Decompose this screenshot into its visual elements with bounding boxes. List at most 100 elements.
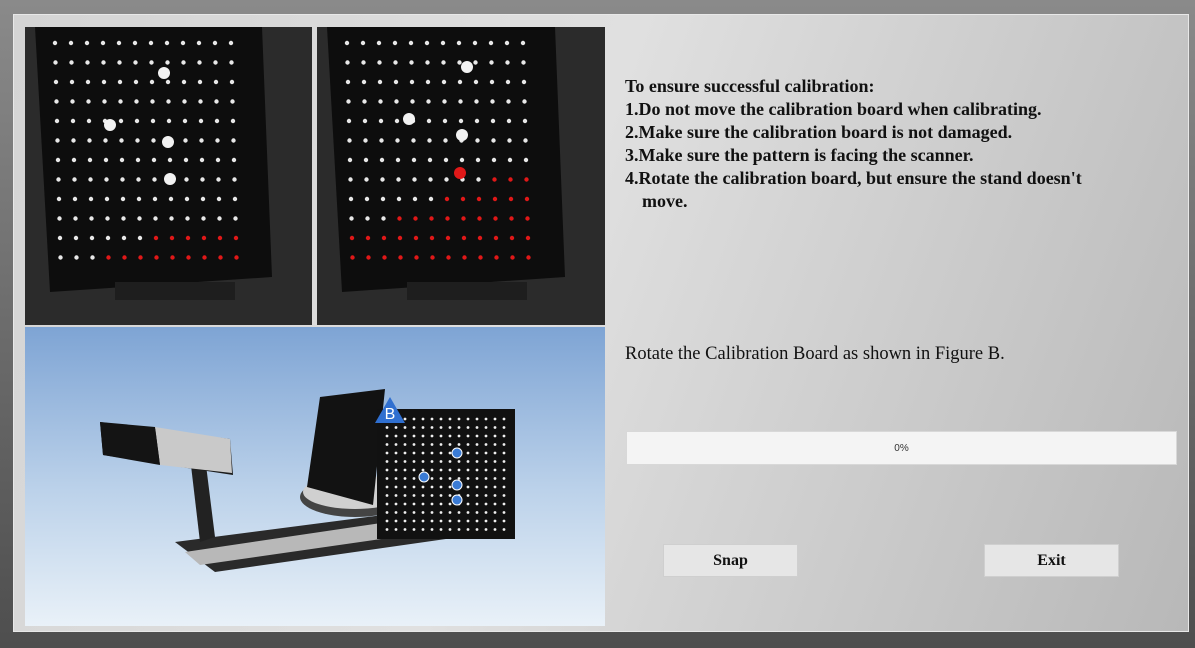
calibration-dot [347,138,352,143]
calibration-dot [232,196,238,202]
board-dot [448,494,452,497]
snap-button[interactable]: Snap [663,544,798,577]
calibration-dot [150,118,156,124]
calibration-dot [364,196,370,202]
calibration-dot [413,216,418,221]
board-dot [385,502,389,506]
board-dot [466,494,470,497]
board-dot [385,426,389,429]
calibration-dot [382,255,387,260]
board-dot [385,511,389,514]
calibration-dot [347,157,353,163]
instruction-item: 4.Rotate the calibration board, but ensu… [625,168,1082,188]
calibration-dot [88,196,94,202]
calibration-dot [148,40,154,46]
calibration-dot [106,255,111,260]
calibration-dot [510,255,515,260]
board-dot [439,502,443,506]
calibration-dot [229,60,234,65]
calibration-dot [73,235,79,241]
board-dot [448,460,452,463]
calibration-dot [443,138,448,143]
calibration-instructions: To ensure successful calibration: 1.Do n… [625,75,1165,213]
calibration-dot [134,99,139,104]
left-camera-image [25,27,312,325]
calibration-dot [521,60,526,65]
calibration-dot [102,99,107,104]
calibration-dot [425,60,430,65]
calibration-dot [441,79,447,85]
calibration-dot [395,138,400,143]
board-dot [475,451,479,455]
marker-dot [451,447,463,459]
calibration-dot [215,157,221,163]
calibration-dot [473,79,479,85]
calibration-dot [491,157,497,163]
calibration-dot [103,157,109,163]
calibration-dot [201,216,206,221]
board-dot [394,460,398,463]
board-dot [421,468,425,472]
board-dot [394,502,398,506]
calibration-dot [216,177,221,182]
board-dot [385,519,389,523]
board-dot [484,494,488,497]
calibration-dot [117,79,123,85]
calibration-dot [168,196,174,202]
calibration-dot [116,40,122,46]
calibration-dot [349,235,355,241]
board-dot [457,528,461,531]
board-dot [466,417,470,421]
calibration-dot [89,216,94,221]
board-dot [493,434,497,438]
calibration-dot [138,255,143,260]
board-dot [457,460,461,463]
board-dot [394,494,398,497]
calibration-dot [444,196,450,202]
calibration-dot [458,118,464,124]
calibration-dot [184,196,190,202]
calibration-dot [476,196,482,202]
board-dot [394,485,398,489]
calibration-dot [490,118,496,124]
exit-button[interactable]: Exit [984,544,1119,577]
board-dot [475,443,479,446]
board-dot [412,434,416,438]
calibration-dot [52,40,58,46]
calibration-dot [394,99,399,104]
board-dot [439,443,443,446]
board-dot [430,460,434,463]
board-dot [439,468,443,472]
board-dot [439,477,443,480]
calibration-dot [520,40,526,46]
calibration-dot [135,157,141,163]
board-dot [448,443,452,446]
calibration-dot [133,60,138,65]
calibration-dot [409,60,414,65]
board-dot [403,528,407,531]
calibration-dot [363,138,368,143]
calibration-dot [55,138,60,143]
calibration-dot [150,99,155,104]
board-dot [412,485,416,489]
calibration-dot [460,196,466,202]
calibration-dot [149,60,154,65]
calibration-dot [472,40,478,46]
calibration-dot [411,138,416,143]
calibration-dot [425,79,431,85]
board-dot [421,511,425,514]
calibration-dot [396,177,401,182]
calibration-dot [494,255,499,260]
calibration-dot [507,157,513,163]
calibration-dot [378,118,384,124]
calibration-dot [366,255,371,260]
calibration-dot [198,118,204,124]
board-dot [502,511,506,514]
calibration-dot [136,177,141,182]
board-dot [412,451,416,455]
calibration-dot [429,235,435,241]
calibration-dot [523,157,529,163]
calibration-dot [395,157,401,163]
calibration-dot [412,177,417,182]
board-dot [475,485,479,489]
